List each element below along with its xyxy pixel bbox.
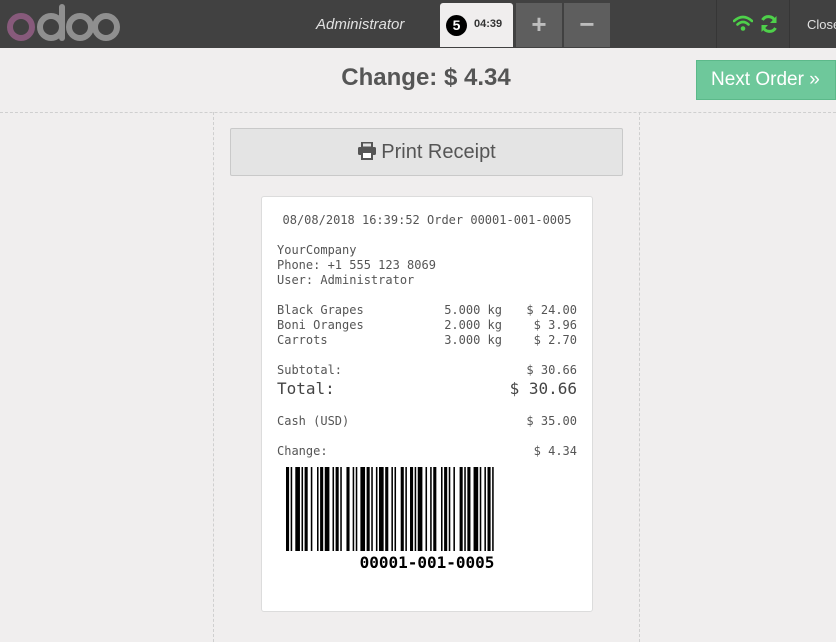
print-receipt-button[interactable]: Print Receipt [230, 128, 623, 176]
remove-order-button[interactable]: − [564, 3, 610, 47]
barcode-text: 00001-001-0005 [359, 553, 495, 572]
connection-status [716, 0, 790, 48]
change-label: Change: [277, 444, 328, 458]
next-order-button[interactable]: Next Order » [696, 60, 836, 100]
receipt: 08/08/2018 16:39:52 Order 00001-001-0005… [261, 196, 593, 612]
wifi-icon[interactable] [733, 14, 753, 32]
receipt-header: 08/08/2018 16:39:52 Order 00001-001-0005 [282, 213, 572, 227]
divider [0, 112, 836, 113]
add-order-button[interactable]: + [516, 3, 562, 47]
item-qty: 5.000 kg [444, 303, 502, 317]
pos-header: Administrator 5 04:39 + − Close [0, 0, 836, 48]
payment-amount: $ 35.00 [526, 414, 577, 428]
item-price: $ 3.96 [533, 318, 577, 332]
odoo-logo [7, 4, 120, 41]
item-name: Carrots [277, 333, 328, 347]
item-qty: 2.000 kg [444, 318, 502, 332]
subtotal-label: Subtotal: [277, 363, 343, 377]
printer-icon [358, 142, 377, 160]
payment-method: Cash (USD) [277, 414, 350, 428]
divider [639, 112, 640, 642]
item-name: Boni Oranges [277, 318, 364, 332]
total-value: $ 30.66 [509, 379, 577, 398]
sync-icon[interactable] [759, 14, 779, 34]
receipt-company: YourCompany [277, 243, 357, 257]
divider [213, 112, 214, 642]
print-receipt-label: Print Receipt [381, 141, 496, 163]
barcode [286, 467, 494, 551]
change-value: $ 4.34 [533, 444, 577, 458]
total-label: Total: [277, 379, 335, 398]
item-price: $ 24.00 [526, 303, 577, 317]
order-time: 04:39 [474, 18, 503, 30]
item-qty: 3.000 kg [444, 333, 502, 347]
username[interactable]: Administrator [316, 16, 404, 33]
order-tab-active[interactable]: 5 04:39 [440, 3, 513, 47]
order-number-badge: 5 [446, 15, 467, 36]
change-amount: Change: $ 4.34 [341, 64, 511, 91]
receipt-user: User: Administrator [277, 273, 415, 287]
close-button[interactable]: Close [807, 17, 836, 32]
subtotal-value: $ 30.66 [526, 363, 577, 377]
receipt-phone: Phone: +1 555 123 8069 [277, 258, 436, 272]
item-name: Black Grapes [277, 303, 364, 317]
item-price: $ 2.70 [533, 333, 577, 347]
